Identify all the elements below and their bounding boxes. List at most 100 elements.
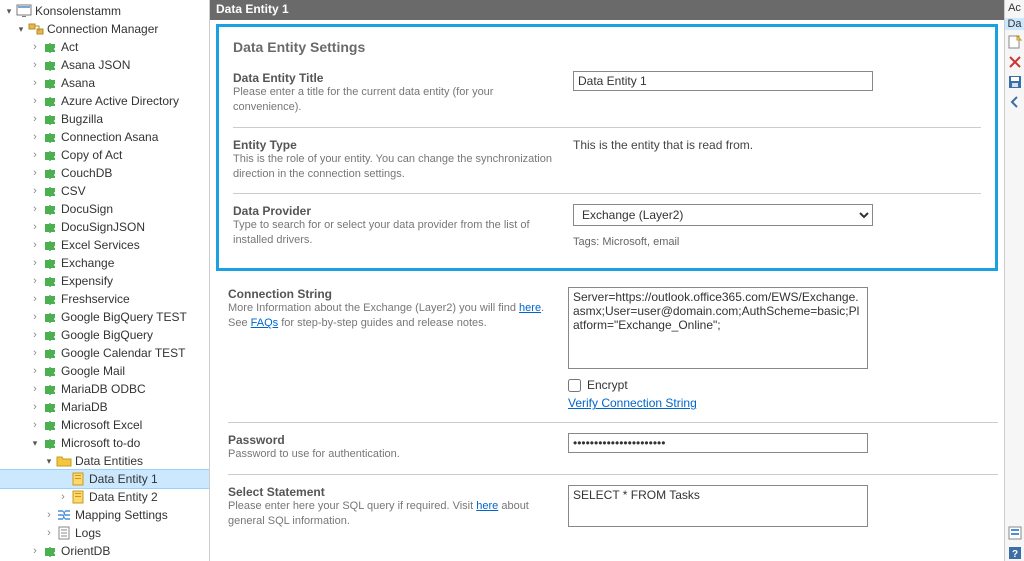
- expand-icon[interactable]: [28, 365, 42, 377]
- tree-item-label: Microsoft to-do: [60, 436, 140, 450]
- entity-type-desc: This is the role of your entity. You can…: [233, 152, 553, 182]
- tree-data-entity-1[interactable]: Data Entity 1: [0, 470, 209, 488]
- tree-item[interactable]: Google Mail: [0, 362, 209, 380]
- tree-data-entities[interactable]: Data Entities: [0, 452, 209, 470]
- tree-item[interactable]: Connection Asana: [0, 128, 209, 146]
- entity-settings-panel: Data Entity Settings Data Entity Title P…: [216, 24, 998, 271]
- tree-item[interactable]: Google BigQuery: [0, 326, 209, 344]
- tree-view[interactable]: Konsolenstamm Connection Manager Act Asan…: [0, 0, 210, 561]
- tree-item[interactable]: Google Calendar TEST: [0, 344, 209, 362]
- tree-item[interactable]: DocuSign: [0, 200, 209, 218]
- select-stmt-textarea[interactable]: [568, 485, 868, 527]
- expand-icon[interactable]: [42, 527, 56, 539]
- expand-icon[interactable]: [42, 456, 56, 467]
- expand-icon[interactable]: [28, 329, 42, 341]
- tree-item[interactable]: Microsoft Excel: [0, 416, 209, 434]
- expand-icon[interactable]: [28, 131, 42, 143]
- tree-item[interactable]: MariaDB: [0, 398, 209, 416]
- tree-item[interactable]: Copy of Act: [0, 146, 209, 164]
- conn-string-textarea[interactable]: [568, 287, 868, 369]
- tree-item-label: Exchange: [60, 256, 114, 270]
- tree-item[interactable]: Exchange: [0, 254, 209, 272]
- tree-item[interactable]: Act: [0, 38, 209, 56]
- data-provider-tags: Tags: Microsoft, email: [573, 236, 981, 248]
- tree-item-label: CSV: [60, 184, 86, 198]
- delete-icon[interactable]: [1007, 54, 1023, 70]
- properties-icon[interactable]: [1007, 525, 1023, 541]
- tree-item[interactable]: Excel Services: [0, 236, 209, 254]
- tree-item[interactable]: OrientDB: [0, 542, 209, 560]
- tree-data-entity-2[interactable]: Data Entity 2: [0, 488, 209, 506]
- expand-icon[interactable]: [28, 275, 42, 287]
- data-provider-select[interactable]: Exchange (Layer2): [573, 204, 873, 226]
- expand-icon[interactable]: [2, 6, 16, 17]
- tree-item-label: Asana JSON: [60, 58, 130, 72]
- expand-icon[interactable]: [28, 113, 42, 125]
- tree-item-label: Freshservice: [60, 292, 130, 306]
- expand-icon[interactable]: [56, 491, 70, 503]
- tree-item-label: Asana: [60, 76, 95, 90]
- puzzle-icon: [42, 417, 58, 433]
- tree-root-label: Konsolenstamm: [34, 4, 121, 18]
- expand-icon[interactable]: [14, 24, 28, 35]
- tree-item-microsoft-todo[interactable]: Microsoft to-do: [0, 434, 209, 452]
- tree-item-label: Act: [60, 40, 78, 54]
- expand-icon[interactable]: [28, 59, 42, 71]
- expand-icon[interactable]: [28, 545, 42, 557]
- folder-icon: [56, 453, 72, 469]
- tree-item[interactable]: Bugzilla: [0, 110, 209, 128]
- puzzle-icon: [42, 273, 58, 289]
- conn-here-link[interactable]: here: [519, 302, 541, 314]
- verify-conn-link[interactable]: Verify Connection String: [568, 396, 697, 410]
- expand-icon[interactable]: [28, 41, 42, 53]
- conn-faqs-link[interactable]: FAQs: [251, 317, 279, 329]
- back-icon[interactable]: [1007, 94, 1023, 110]
- expand-icon[interactable]: [42, 509, 56, 521]
- tree-item[interactable]: MariaDB ODBC: [0, 380, 209, 398]
- right-tab-da[interactable]: Da: [1005, 18, 1024, 30]
- expand-icon[interactable]: [28, 221, 42, 233]
- tree-item[interactable]: Azure Active Directory: [0, 92, 209, 110]
- expand-icon[interactable]: [28, 401, 42, 413]
- expand-icon[interactable]: [28, 293, 42, 305]
- expand-icon[interactable]: [28, 185, 42, 197]
- expand-icon[interactable]: [28, 311, 42, 323]
- help-icon[interactable]: ?: [1007, 545, 1023, 561]
- page-title: Data Entity 1: [210, 0, 1004, 20]
- tree-item[interactable]: CSV: [0, 182, 209, 200]
- expand-icon[interactable]: [28, 167, 42, 179]
- connection-manager-icon: [28, 21, 44, 37]
- tree-item[interactable]: Expensify: [0, 272, 209, 290]
- expand-icon[interactable]: [28, 347, 42, 359]
- expand-icon[interactable]: [28, 149, 42, 161]
- tree-item[interactable]: Asana: [0, 74, 209, 92]
- right-tab-ac[interactable]: Ac: [1006, 2, 1024, 14]
- tree-item[interactable]: CouchDB: [0, 164, 209, 182]
- puzzle-icon: [42, 111, 58, 127]
- expand-icon[interactable]: [28, 239, 42, 251]
- expand-icon[interactable]: [28, 77, 42, 89]
- expand-icon[interactable]: [28, 419, 42, 431]
- expand-icon[interactable]: [28, 257, 42, 269]
- save-icon[interactable]: [1007, 74, 1023, 90]
- expand-icon[interactable]: [28, 438, 42, 449]
- tree-item-label: Excel Services: [60, 238, 140, 252]
- tree-item[interactable]: Google BigQuery TEST: [0, 308, 209, 326]
- select-here-link[interactable]: here: [476, 500, 498, 512]
- expand-icon[interactable]: [28, 383, 42, 395]
- right-strip: Ac Da ?: [1004, 0, 1024, 561]
- tree-item[interactable]: DocuSignJSON: [0, 218, 209, 236]
- tree-root[interactable]: Konsolenstamm: [0, 2, 209, 20]
- encrypt-checkbox[interactable]: [568, 379, 581, 392]
- entity-title-label: Data Entity Title: [233, 71, 553, 85]
- tree-logs[interactable]: Logs: [0, 524, 209, 542]
- expand-icon[interactable]: [28, 203, 42, 215]
- entity-title-input[interactable]: [573, 71, 873, 91]
- new-icon[interactable]: [1007, 34, 1023, 50]
- expand-icon[interactable]: [28, 95, 42, 107]
- password-input[interactable]: [568, 433, 868, 453]
- tree-mapping-settings[interactable]: Mapping Settings: [0, 506, 209, 524]
- tree-connection-manager[interactable]: Connection Manager: [0, 20, 209, 38]
- tree-item[interactable]: Asana JSON: [0, 56, 209, 74]
- tree-item[interactable]: Freshservice: [0, 290, 209, 308]
